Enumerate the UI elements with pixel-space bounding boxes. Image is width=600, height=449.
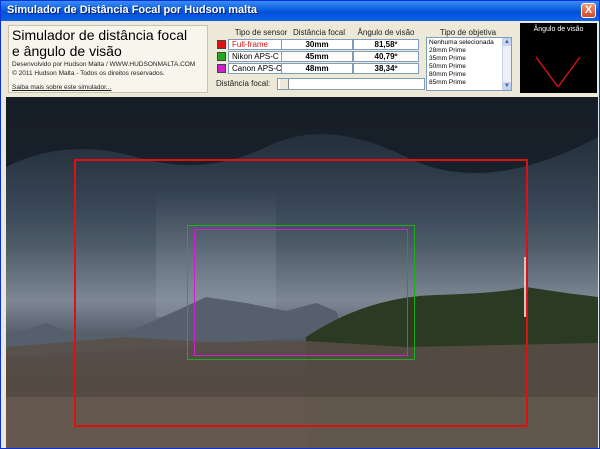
slider-handle[interactable]: [280, 79, 289, 89]
lens-type-list[interactable]: Nenhuma selecionada 28mm Prime 35mm Prim…: [426, 37, 512, 91]
sensor-label: Nikon APS-C: [232, 52, 279, 61]
focal-length-slider-label: Distância focal:: [216, 79, 271, 88]
angle-of-view-diagram: [535, 56, 581, 88]
focal-length-slider[interactable]: [277, 78, 425, 90]
focal-length-value: 48mm: [281, 63, 353, 74]
app-window: Simulador de Distância Focal por Hudson …: [0, 0, 600, 449]
header-angle: Ângulo de visão: [357, 28, 415, 37]
window-title: Simulador de Distância Focal por Hudson …: [7, 4, 257, 16]
angle-line-right: [557, 56, 581, 88]
lens-option[interactable]: 50mm Prime: [429, 63, 466, 70]
scene-photo: [6, 97, 598, 448]
header-lens: Tipo de objetiva: [439, 28, 497, 37]
lens-list-scrollbar[interactable]: ▲ ▼: [502, 38, 511, 90]
app-heading: Simulador de distância focal e ângulo de…: [12, 27, 187, 59]
lens-option[interactable]: Nenhuma selecionada: [429, 39, 494, 46]
angle-of-view-value: 38,34º: [353, 63, 419, 74]
lens-option[interactable]: 85mm Prime: [429, 79, 466, 86]
app-heading-line1: Simulador de distância focal: [12, 27, 188, 43]
lens-option[interactable]: 28mm Prime: [429, 47, 466, 54]
close-button[interactable]: X: [581, 3, 596, 18]
header-focal: Distância focal: [292, 28, 346, 37]
sensor-color-swatch: [217, 40, 226, 49]
focal-length-value: 45mm: [281, 51, 353, 62]
angle-of-view-value: 81,58º: [353, 39, 419, 50]
about-link[interactable]: Saiba mais sobre este simulador...: [12, 84, 111, 91]
canon-crop-frame: [194, 229, 408, 356]
sensor-label: Canon APS-C: [232, 64, 282, 73]
info-panel: Simulador de distância focal e ângulo de…: [8, 25, 208, 93]
lens-option[interactable]: 80mm Prime: [429, 71, 466, 78]
scroll-up-icon[interactable]: ▲: [503, 38, 511, 46]
sensor-label: Full-frame: [232, 40, 269, 49]
angle-line-left: [535, 56, 559, 88]
focal-length-value: 30mm: [281, 39, 353, 50]
lens-option[interactable]: 35mm Prime: [429, 55, 466, 62]
copyright-text: © 2011 Hudson Malta - Todos os direitos …: [12, 70, 165, 77]
sensor-color-swatch: [217, 64, 226, 73]
title-bar[interactable]: Simulador de Distância Focal por Hudson …: [1, 1, 599, 21]
developer-text: Desenvolvido por Hudson Malta / WWW.HUDS…: [12, 61, 196, 68]
sensor-color-swatch: [217, 52, 226, 61]
angle-of-view-value: 40,79º: [353, 51, 419, 62]
app-heading-line2: e ângulo de visão: [12, 43, 122, 59]
scroll-down-icon[interactable]: ▼: [503, 82, 511, 90]
angle-of-view-panel: Ângulo de visão: [520, 23, 597, 93]
